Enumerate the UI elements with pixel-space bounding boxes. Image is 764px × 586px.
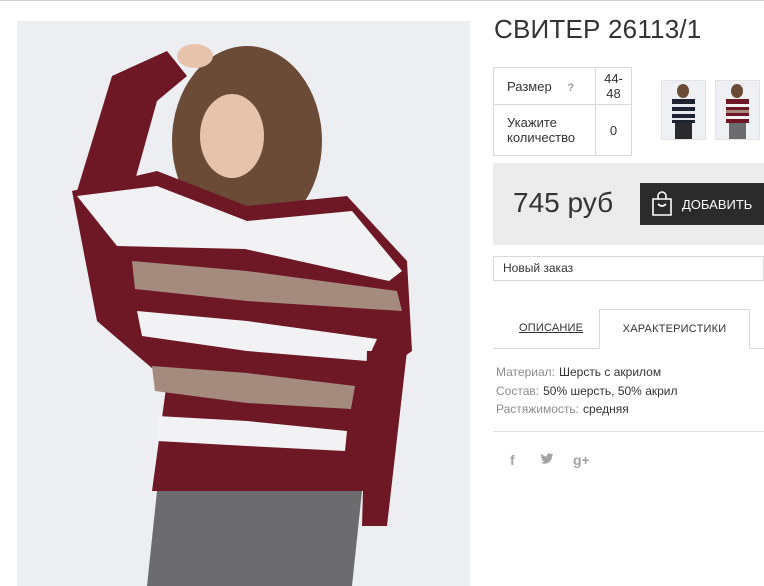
property-value: средняя (583, 402, 629, 416)
googleplus-icon[interactable]: g+ (573, 452, 590, 468)
property-key: Состав: (496, 383, 540, 398)
size-value[interactable]: 44-48 (595, 67, 632, 105)
options-table: Размер ? 44-48 Укажите количество 0 (493, 67, 632, 156)
product-main-image[interactable] (17, 21, 470, 586)
twitter-icon[interactable] (540, 452, 554, 468)
property-key: Материал: (496, 365, 555, 379)
price-panel: 745 руб ДОБАВИТЬ (493, 163, 764, 245)
shopping-bag-icon (650, 191, 674, 217)
add-to-cart-button[interactable]: ДОБАВИТЬ (640, 183, 764, 225)
top-divider (0, 0, 764, 1)
facebook-icon[interactable]: f (510, 452, 515, 468)
quantity-label: Укажите количество (493, 104, 596, 156)
size-label: Размер (507, 78, 552, 94)
order-select[interactable]: Новый заказ (493, 256, 764, 281)
property-value: 50% шерсть, 50% акрил (543, 383, 678, 398)
help-icon[interactable]: ? (567, 82, 574, 94)
section-divider (493, 431, 764, 432)
thumbnail-2[interactable] (715, 80, 760, 140)
thumbnail-1[interactable] (661, 80, 706, 140)
properties-list: Материал: Шерсть с акрилом Состав: 50% шер… (496, 363, 678, 419)
property-value: Шерсть с акрилом (558, 365, 662, 379)
property-row: Состав: 50% шерсть, 50% акрил (496, 382, 678, 401)
price-value: 745 руб (513, 187, 614, 218)
property-key: Растяжимость: (496, 402, 580, 416)
quantity-input[interactable]: 0 (595, 104, 632, 156)
add-to-cart-label: ДОБАВИТЬ (682, 196, 753, 212)
product-title: СВИТЕР 26113/1 (494, 14, 702, 44)
property-row: Растяжимость: средняя (496, 400, 678, 419)
property-row: Материал: Шерсть с акрилом (496, 363, 678, 382)
tab-characteristics[interactable]: ХАРАКТЕРИСТИКИ (599, 309, 750, 349)
size-label-cell: Размер ? (493, 67, 596, 105)
tab-description[interactable]: ОПИСАНИЕ (519, 322, 583, 334)
